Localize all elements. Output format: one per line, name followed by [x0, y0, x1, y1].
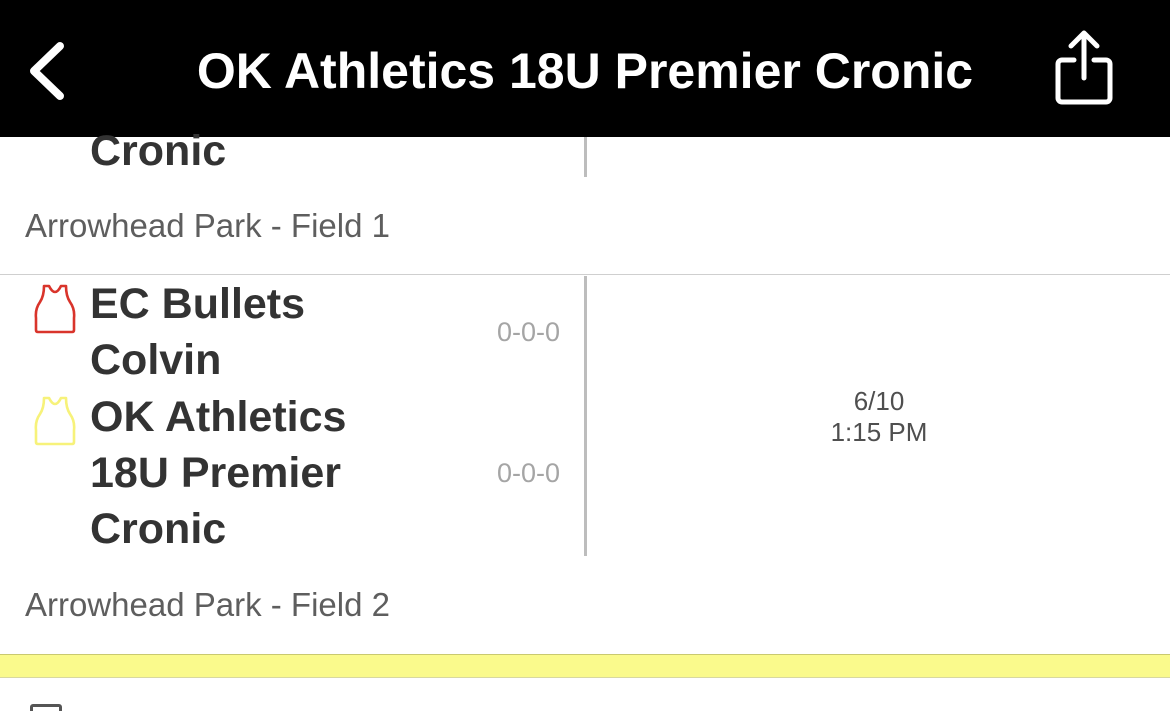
share-button[interactable] — [1050, 28, 1118, 108]
team-name-line: OK Athletics — [90, 393, 347, 441]
divider-vertical — [584, 137, 587, 177]
chevron-left-icon — [30, 42, 64, 100]
back-button[interactable] — [22, 38, 72, 104]
jersey-icon — [34, 396, 76, 446]
team-name-line: EC Bullets — [90, 280, 306, 328]
share-icon — [1055, 30, 1113, 105]
team-name-line: Cronic — [90, 127, 227, 175]
jersey-icon — [34, 284, 76, 334]
game-location: Arrowhead Park - Field 1 — [25, 207, 390, 244]
page-title: OK Athletics 18U Premier Cronic — [196, 43, 974, 99]
game-location: Arrowhead Park - Field 2 — [25, 586, 390, 623]
team-record: 0-0-0 — [496, 458, 560, 488]
nav-header: OK Athletics 18U Premier Cronic — [0, 0, 1170, 137]
next-row-icon — [30, 704, 62, 711]
row-divider — [0, 274, 1170, 275]
game-time: 1:15 PM — [830, 417, 928, 447]
team-name-line: Cronic — [90, 505, 227, 553]
team-name-line: 18U Premier — [90, 449, 341, 497]
schedule-screen: OK Athletics 18U Premier Cronic Cronic A… — [0, 0, 1170, 711]
game-date: 6/10 — [853, 386, 905, 416]
divider-vertical — [584, 276, 587, 556]
day-separator-highlight — [0, 654, 1170, 678]
team-record: 0-0-0 — [496, 317, 560, 347]
team-name-line: Colvin — [90, 336, 222, 384]
